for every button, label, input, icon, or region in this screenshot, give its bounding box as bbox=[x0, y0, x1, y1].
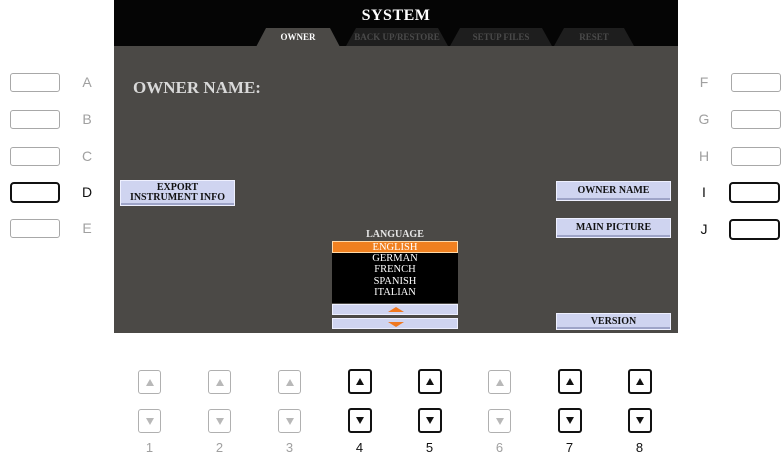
arrow-up-icon bbox=[285, 378, 294, 386]
bottom-up-button-7[interactable] bbox=[558, 369, 582, 394]
bottom-up-button-3[interactable] bbox=[278, 370, 301, 394]
bottom-down-button-5[interactable] bbox=[418, 408, 442, 433]
side-button-f[interactable] bbox=[731, 73, 781, 92]
language-option-french[interactable]: FRENCH bbox=[332, 264, 458, 276]
side-button-h[interactable] bbox=[731, 147, 781, 166]
side-button-i[interactable] bbox=[729, 182, 780, 203]
scroll-down-icon bbox=[388, 322, 404, 327]
export-instrument-info-button[interactable]: EXPORT INSTRUMENT INFO bbox=[120, 180, 235, 206]
arrow-up-icon bbox=[215, 378, 224, 386]
arrow-up-icon bbox=[356, 378, 364, 385]
button-number-2: 2 bbox=[215, 440, 224, 455]
main-picture-button[interactable]: MAIN PICTURE bbox=[556, 218, 671, 238]
scroll-up-icon bbox=[388, 307, 404, 312]
button-number-5: 5 bbox=[425, 440, 434, 455]
side-letter-g: G bbox=[698, 111, 710, 127]
bottom-down-button-6[interactable] bbox=[488, 409, 511, 433]
language-label: LANGUAGE bbox=[366, 229, 424, 240]
side-button-c[interactable] bbox=[10, 147, 60, 166]
language-option-italian[interactable]: ITALIAN bbox=[332, 287, 458, 299]
side-button-j[interactable] bbox=[729, 219, 780, 240]
side-letter-i: I bbox=[702, 184, 706, 200]
language-scroll-up-button[interactable] bbox=[332, 304, 458, 315]
bottom-down-button-3[interactable] bbox=[278, 409, 301, 433]
side-letter-b: B bbox=[82, 111, 92, 127]
language-option-german[interactable]: GERMAN bbox=[332, 253, 458, 265]
arrow-up-icon bbox=[145, 378, 154, 386]
arrow-up-icon bbox=[426, 378, 434, 385]
button-number-1: 1 bbox=[145, 440, 154, 455]
tab-owner[interactable]: OWNER bbox=[256, 28, 340, 47]
side-button-g[interactable] bbox=[731, 110, 781, 129]
side-button-e[interactable] bbox=[10, 219, 60, 238]
bottom-up-button-2[interactable] bbox=[208, 370, 231, 394]
bottom-down-button-1[interactable] bbox=[138, 409, 161, 433]
button-number-3: 3 bbox=[285, 440, 294, 455]
bottom-down-button-4[interactable] bbox=[348, 408, 372, 433]
button-number-6: 6 bbox=[495, 440, 504, 455]
side-letter-f: F bbox=[699, 74, 709, 90]
owner-name-button[interactable]: OWNER NAME bbox=[556, 181, 671, 201]
side-letter-a: A bbox=[82, 74, 92, 90]
side-letter-d: D bbox=[81, 184, 93, 200]
arrow-down-icon bbox=[426, 417, 434, 424]
side-letter-e: E bbox=[82, 220, 92, 236]
arrow-down-icon bbox=[356, 417, 364, 424]
arrow-down-icon bbox=[495, 417, 504, 425]
tab-reset[interactable]: RESET bbox=[554, 28, 634, 46]
arrow-up-icon bbox=[495, 378, 504, 386]
language-option-english[interactable]: ENGLISH bbox=[332, 241, 458, 253]
side-letter-c: C bbox=[81, 148, 93, 164]
side-letter-j: J bbox=[700, 221, 708, 237]
arrow-down-icon bbox=[215, 417, 224, 425]
bottom-down-button-2[interactable] bbox=[208, 409, 231, 433]
button-number-4: 4 bbox=[355, 440, 364, 455]
arrow-down-icon bbox=[566, 417, 574, 424]
language-scroll-down-button[interactable] bbox=[332, 318, 458, 329]
bottom-up-button-6[interactable] bbox=[488, 370, 511, 394]
side-button-b[interactable] bbox=[10, 110, 60, 129]
owner-name-label: OWNER NAME: bbox=[133, 78, 261, 97]
button-number-8: 8 bbox=[635, 440, 644, 455]
side-letter-h: H bbox=[698, 148, 710, 164]
side-button-d[interactable] bbox=[10, 182, 60, 203]
bottom-down-button-7[interactable] bbox=[558, 408, 582, 433]
arrow-up-icon bbox=[566, 378, 574, 385]
arrow-up-icon bbox=[636, 378, 644, 385]
language-option-spanish[interactable]: SPANISH bbox=[332, 276, 458, 288]
bottom-up-button-8[interactable] bbox=[628, 369, 652, 394]
arrow-down-icon bbox=[285, 417, 294, 425]
tab-back-up-restore[interactable]: BACK UP/RESTORE bbox=[346, 28, 448, 46]
bottom-down-button-8[interactable] bbox=[628, 408, 652, 433]
page-title: SYSTEM bbox=[361, 7, 431, 24]
button-number-7: 7 bbox=[565, 440, 574, 455]
tab-setup-files[interactable]: SETUP FILES bbox=[450, 28, 552, 46]
version-button[interactable]: VERSION bbox=[556, 313, 671, 330]
bottom-up-button-4[interactable] bbox=[348, 369, 372, 394]
language-list[interactable]: ENGLISH GERMAN FRENCH SPANISH ITALIAN bbox=[332, 241, 458, 303]
arrow-down-icon bbox=[145, 417, 154, 425]
bottom-up-button-5[interactable] bbox=[418, 369, 442, 394]
arrow-down-icon bbox=[636, 417, 644, 424]
bottom-up-button-1[interactable] bbox=[138, 370, 161, 394]
lcd-screen: SYSTEM BACK UP/RESTORE SETUP FILES RESET… bbox=[114, 0, 678, 333]
side-button-a[interactable] bbox=[10, 73, 60, 92]
